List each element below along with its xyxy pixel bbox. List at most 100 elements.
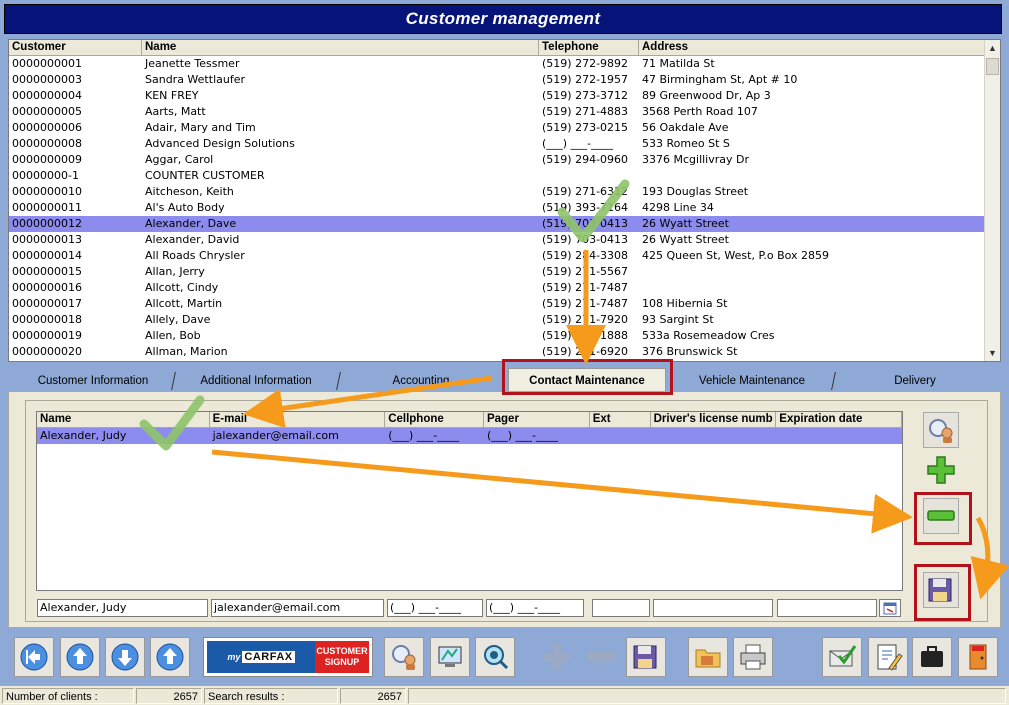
remove-record-button[interactable] xyxy=(582,637,622,677)
previous-record-icon xyxy=(66,643,94,671)
search-contact-button[interactable] xyxy=(923,412,959,448)
contact-ext-field[interactable] xyxy=(592,599,650,617)
cell: 0000000009 xyxy=(12,153,82,166)
cell: COUNTER CUSTOMER xyxy=(145,169,265,182)
search-results-label: Search results : xyxy=(204,688,338,704)
cell: (519) 273-3712 xyxy=(542,89,629,102)
last-record-button[interactable] xyxy=(150,637,190,677)
exit-door-icon xyxy=(969,644,987,670)
add-contact-button[interactable] xyxy=(923,452,959,488)
column-header-address[interactable]: Address xyxy=(639,40,985,55)
cell: (519) 271-6920 xyxy=(542,345,629,358)
previous-record-button[interactable] xyxy=(60,637,100,677)
scroll-thumb[interactable] xyxy=(986,58,999,75)
save-record-button[interactable] xyxy=(626,637,666,677)
table-row[interactable]: 0000000001 Jeanette Tessmer (519) 272-9892… xyxy=(9,56,985,72)
contact-cellphone-field[interactable]: (___) ___-____ xyxy=(387,599,483,617)
table-row[interactable]: 0000000017 Allcott, Martin (519) 271-7487 1… xyxy=(9,296,985,312)
column-header-telephone[interactable]: Telephone xyxy=(539,40,639,55)
edit-document-button[interactable] xyxy=(868,637,908,677)
cell: (519) 271-1888 xyxy=(542,329,629,342)
cell: (519) 273-0215 xyxy=(542,121,629,134)
carfax-customer-signup-button[interactable]: my CARFAX CUSTOMER SIGNUP xyxy=(203,637,373,677)
table-row[interactable]: 0000000016 Allcott, Cindy (519) 271-7487 xyxy=(9,280,985,296)
cell: (519) 271-4883 xyxy=(542,105,629,118)
column-header-name[interactable]: Name xyxy=(37,412,210,427)
cell: 0000000012 xyxy=(12,217,82,230)
customer-grid[interactable]: Customer Name Telephone Address 00000000… xyxy=(8,39,1001,362)
search-customer-button[interactable] xyxy=(384,637,424,677)
table-row[interactable]: 0000000010 Aitcheson, Keith (519) 271-6312… xyxy=(9,184,985,200)
column-header-ext[interactable]: Ext xyxy=(590,412,651,427)
table-row[interactable]: 0000000019 Allen, Bob (519) 271-1888 533a R… xyxy=(9,328,985,344)
highlight-box xyxy=(914,564,971,621)
column-header-cellphone[interactable]: Cellphone xyxy=(385,412,484,427)
print-button[interactable] xyxy=(733,637,773,677)
contact-pager-field[interactable]: (___) ___-____ xyxy=(486,599,584,617)
table-row[interactable]: 0000000013 Alexander, David (519) 703-0413… xyxy=(9,232,985,248)
table-row[interactable]: 0000000018 Allely, Dave (519) 271-7920 93 S… xyxy=(9,312,985,328)
briefcase-button[interactable] xyxy=(912,637,952,677)
cell: (___) ___-____ xyxy=(388,429,460,442)
table-row[interactable]: 0000000020 Allman, Marion (519) 271-6920 37… xyxy=(9,344,985,360)
table-row[interactable]: 0000000015 Allan, Jerry (519) 271-5567 xyxy=(9,264,985,280)
folder-button[interactable] xyxy=(688,637,728,677)
table-row[interactable]: 0000000005 Aarts, Matt (519) 271-4883 3568 … xyxy=(9,104,985,120)
column-header-email[interactable]: E-mail xyxy=(210,412,386,427)
table-row[interactable]: 00000000-1 COUNTER CUSTOMER xyxy=(9,168,985,184)
table-row[interactable]: 0000000014 All Roads Chrysler (519) 284-33… xyxy=(9,248,985,264)
cell: Aarts, Matt xyxy=(145,105,206,118)
cell: 4298 Line 34 xyxy=(642,201,714,214)
cell: 0000000010 xyxy=(12,185,82,198)
cell: 3568 Perth Road 107 xyxy=(642,105,758,118)
scroll-up-icon[interactable]: ▲ xyxy=(985,40,1000,56)
table-row[interactable]: 0000000006 Adair, Mary and Tim (519) 273-0… xyxy=(9,120,985,136)
cell: (519) 703-0413 xyxy=(542,217,629,230)
remove-icon xyxy=(588,652,616,662)
view-button[interactable] xyxy=(475,637,515,677)
column-header-customer[interactable]: Customer xyxy=(9,40,142,55)
monitor-button[interactable] xyxy=(430,637,470,677)
table-row[interactable]: 0000000011 Al's Auto Body (519) 393-7164 42… xyxy=(9,200,985,216)
next-record-button[interactable] xyxy=(105,637,145,677)
add-record-button[interactable] xyxy=(537,637,577,677)
cell: Sandra Wettlaufer xyxy=(145,73,245,86)
tab-additional-information[interactable]: Additional Information xyxy=(180,371,332,391)
date-picker-button[interactable] xyxy=(879,599,901,617)
status-message xyxy=(408,688,1006,704)
customer-grid-scrollbar[interactable]: ▲ ▼ xyxy=(984,40,1000,361)
contact-grid[interactable]: Name E-mail Cellphone Pager Ext Driver's… xyxy=(36,411,903,591)
column-header-pager[interactable]: Pager xyxy=(484,412,590,427)
cell: 47 Birmingham St, Apt # 10 xyxy=(642,73,798,86)
tab-vehicle-maintenance[interactable]: Vehicle Maintenance xyxy=(672,371,832,391)
title-bar: Customer management xyxy=(4,4,1002,34)
tab-delivery[interactable]: Delivery xyxy=(840,371,990,391)
column-header-license[interactable]: Driver's license numb xyxy=(651,412,777,427)
cell: 193 Douglas Street xyxy=(642,185,749,198)
cell: 0000000018 xyxy=(12,313,82,326)
customer-signup-badge: CUSTOMER SIGNUP xyxy=(315,641,369,673)
table-row[interactable]: Alexander, Judy jalexander@email.com (__… xyxy=(37,428,902,444)
table-row[interactable]: 0000000009 Aggar, Carol (519) 294-0960 3376… xyxy=(9,152,985,168)
main-toolbar: my CARFAX CUSTOMER SIGNUP xyxy=(4,632,1002,682)
table-row[interactable]: 0000000003 Sandra Wettlaufer (519) 272-195… xyxy=(9,72,985,88)
contact-name-field[interactable]: Alexander, Judy xyxy=(37,599,208,617)
printer-icon xyxy=(740,644,766,670)
cell xyxy=(639,264,985,280)
tab-accounting[interactable]: Accounting xyxy=(344,371,498,391)
first-record-button[interactable] xyxy=(14,637,54,677)
table-row[interactable]: 0000000012 Alexander, Dave (519) 703-0413 2… xyxy=(9,216,985,232)
cell: 533a Rosemeadow Cres xyxy=(642,329,775,342)
contact-license-field[interactable] xyxy=(653,599,773,617)
exit-button[interactable] xyxy=(958,637,998,677)
column-header-name[interactable]: Name xyxy=(142,40,539,55)
column-header-expiration[interactable]: Expiration date xyxy=(776,412,902,427)
table-row[interactable]: 0000000008 Advanced Design Solutions (___)… xyxy=(9,136,985,152)
table-row[interactable]: 0000000004 KEN FREY (519) 273-3712 89 Gree… xyxy=(9,88,985,104)
contact-expiration-field[interactable] xyxy=(777,599,877,617)
scroll-down-icon[interactable]: ▼ xyxy=(985,345,1000,361)
check-email-button[interactable] xyxy=(822,637,862,677)
contact-email-field[interactable]: jalexander@email.com xyxy=(211,599,384,617)
tab-customer-information[interactable]: Customer Information xyxy=(18,371,168,391)
cell: (519) 272-9892 xyxy=(542,57,629,70)
